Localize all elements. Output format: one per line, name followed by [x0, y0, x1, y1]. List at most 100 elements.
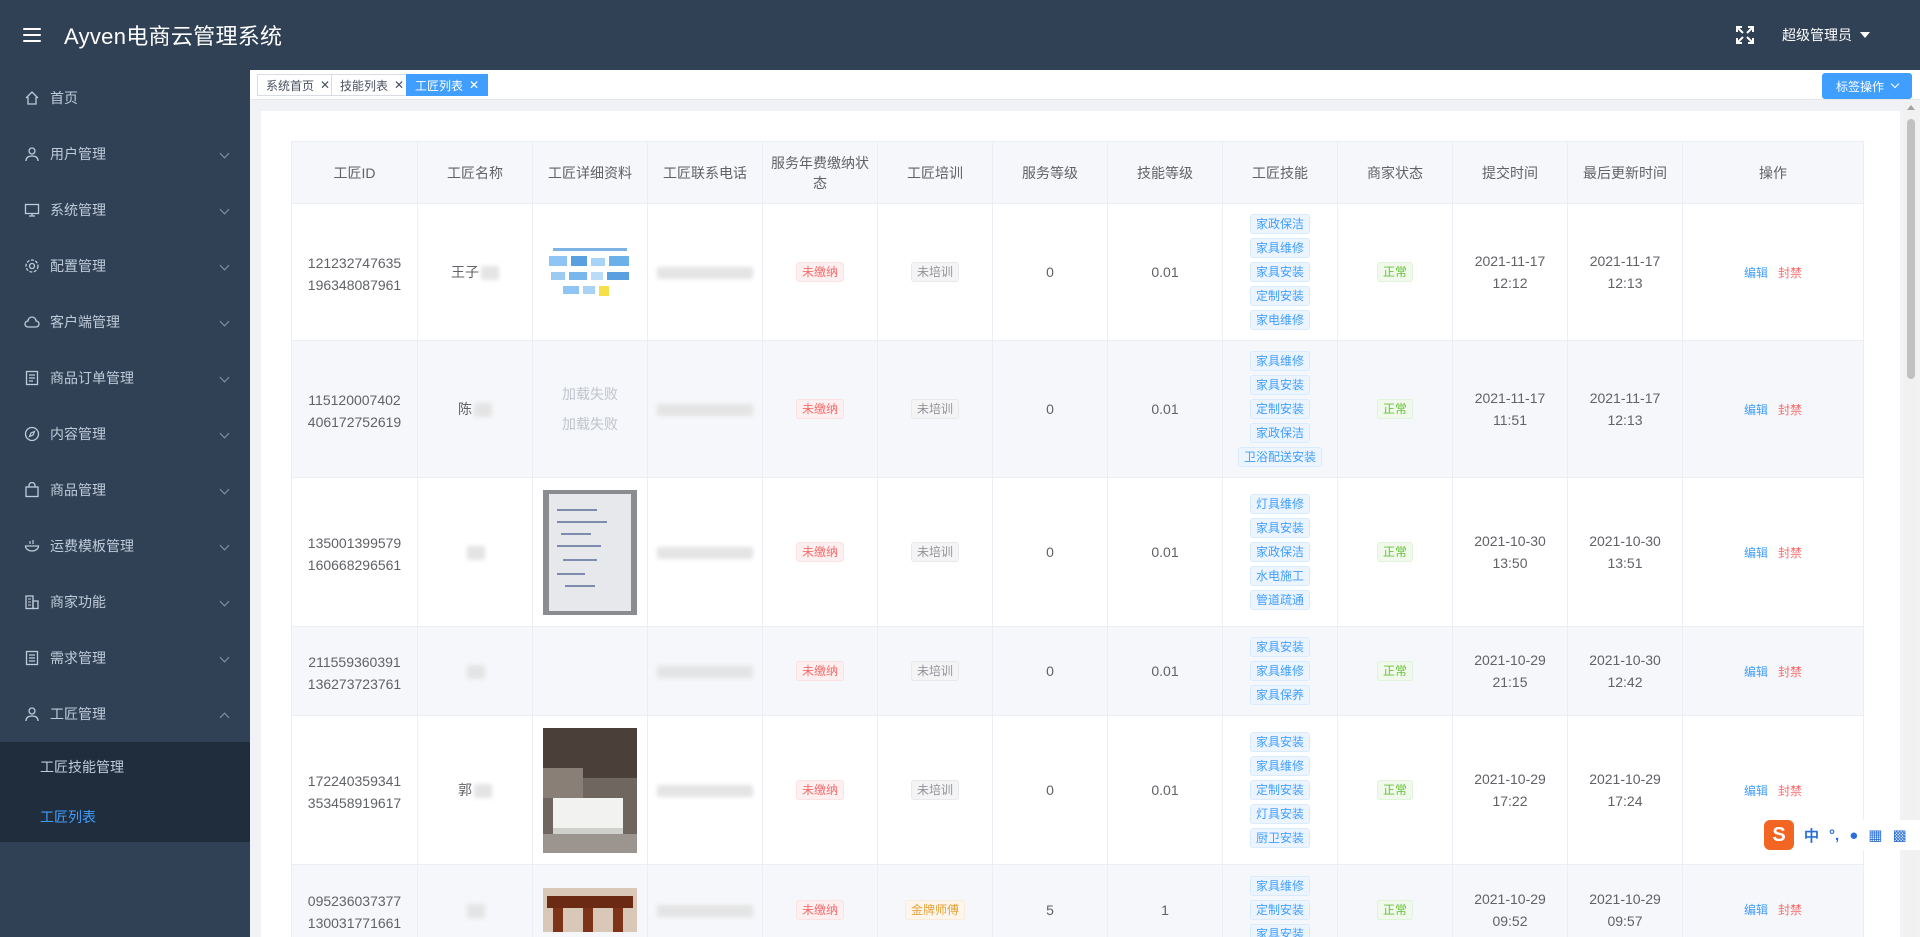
detail-thumbnail[interactable]: [543, 887, 637, 932]
sidebar-item-8[interactable]: 运费模板管理: [0, 518, 250, 574]
skill-tag: 厨卫安装: [1249, 828, 1310, 848]
chevron-up-icon: [219, 712, 230, 723]
submit-time-cell: 2021-10-30 13:50: [1452, 477, 1568, 627]
edit-button[interactable]: 编辑: [1744, 665, 1768, 679]
skill-tag: 灯具安装: [1249, 804, 1310, 824]
ban-button[interactable]: 封禁: [1778, 784, 1802, 798]
sidebar-item-11[interactable]: 工匠管理: [0, 686, 250, 742]
sidebar-item-2[interactable]: 系统管理: [0, 182, 250, 238]
fee-status-badge: 未缴纳: [795, 542, 844, 562]
craftsman-id-line: 196348087961: [307, 277, 402, 293]
chevron-down-icon: [219, 316, 230, 327]
submit-date: 2021-10-29: [1474, 890, 1546, 907]
skill-tag: 家政保洁: [1249, 542, 1310, 562]
column-header: 工匠技能: [1222, 141, 1338, 204]
sidebar-item-label: 商家功能: [50, 594, 106, 610]
submit-time: 17:22: [1492, 793, 1528, 809]
edit-button[interactable]: 编辑: [1744, 903, 1768, 917]
ime-keyboard-icon[interactable]: ▦: [1868, 826, 1882, 844]
skill-tag: 家具安装: [1249, 375, 1310, 395]
craftsman-id-line: 135001399579: [307, 535, 402, 551]
update-time-cell: 2021-11-17 12:13: [1567, 203, 1683, 341]
ban-button[interactable]: 封禁: [1778, 903, 1802, 917]
sidebar-item-3[interactable]: 配置管理: [0, 238, 250, 294]
redacted-phone: [657, 404, 753, 417]
ime-toolbar[interactable]: S 中 °, ● ▦ ▩: [1764, 820, 1920, 850]
skill-level-cell: 0.01: [1107, 477, 1223, 627]
skill-tag: 家政保洁: [1249, 214, 1310, 234]
tag-2[interactable]: 工匠列表 ✕: [406, 74, 489, 96]
redacted-phone: [657, 267, 753, 280]
ban-button[interactable]: 封禁: [1778, 665, 1802, 679]
tag-0[interactable]: 系统首页 ✕: [257, 74, 340, 96]
sidebar-item-1[interactable]: 用户管理: [0, 126, 250, 182]
update-date: 2021-11-17: [1589, 253, 1661, 269]
edit-button[interactable]: 编辑: [1744, 266, 1768, 280]
sidebar-item-label: 工匠管理: [50, 706, 106, 722]
cloud-icon: [24, 314, 40, 330]
tag-1[interactable]: 技能列表 ✕: [331, 74, 414, 96]
edit-button[interactable]: 编辑: [1744, 784, 1768, 798]
sidebar-item-6[interactable]: 内容管理: [0, 406, 250, 462]
sidebar-item-4[interactable]: 客户端管理: [0, 294, 250, 350]
skill-tag: 定制安装: [1249, 899, 1310, 920]
sidebar-item-10[interactable]: 需求管理: [0, 630, 250, 686]
submit-date: 2021-11-17: [1474, 253, 1546, 269]
edit-button[interactable]: 编辑: [1744, 546, 1768, 560]
tag-label: 技能列表: [340, 78, 389, 93]
chevron-down-icon: [219, 596, 230, 607]
craftsman-name-cell: [417, 626, 533, 716]
update-date: 2021-10-29: [1589, 771, 1661, 787]
craftsman-id-line: 115120007402: [308, 392, 401, 408]
submit-time: 12:12: [1492, 275, 1528, 291]
scroll-up-arrow-icon[interactable]: [1907, 105, 1915, 110]
phone-cell: [647, 203, 763, 341]
training-cell: 未培训: [877, 340, 993, 478]
tag-ops-button[interactable]: 标签操作: [1821, 73, 1912, 99]
bag-icon: [24, 482, 40, 498]
sidebar-item-7[interactable]: 商品管理: [0, 462, 250, 518]
user-menu[interactable]: 超级管理员: [1782, 25, 1870, 45]
skill-tag: 定制安装: [1249, 780, 1310, 800]
ime-lang-label[interactable]: 中: [1804, 825, 1819, 846]
ime-mic-icon[interactable]: ●: [1849, 827, 1858, 844]
ban-button[interactable]: 封禁: [1778, 403, 1802, 417]
column-header: 工匠培训: [877, 141, 993, 204]
ime-punct-icon[interactable]: °,: [1829, 827, 1839, 844]
skill-tag: 家政保洁: [1249, 423, 1310, 443]
ban-button[interactable]: 封禁: [1778, 546, 1802, 560]
detail-thumbnail[interactable]: [543, 242, 637, 302]
close-icon[interactable]: ✕: [394, 78, 404, 92]
scrollbar-thumb[interactable]: [1907, 119, 1915, 379]
hamburger-icon[interactable]: [23, 28, 41, 42]
user-icon: [24, 706, 40, 722]
table-row: 115120007402 406172752619 陈加载失败 加载失败 未缴纳 未培训 0…: [291, 340, 1864, 478]
sidebar-item-0[interactable]: 首页: [0, 70, 250, 126]
app-title: Ayven电商云管理系统: [64, 24, 283, 49]
table-row: 172240359341 353458919617 郭未缴纳 未培训 0 0.01 家具安装…: [291, 715, 1864, 865]
top-header: Ayven电商云管理系统 超级管理员: [0, 0, 1920, 70]
status-badge: 正常: [1376, 899, 1413, 920]
close-icon[interactable]: ✕: [469, 78, 479, 92]
edit-button[interactable]: 编辑: [1744, 403, 1768, 417]
sidebar-subitem-1[interactable]: 工匠列表: [0, 792, 250, 842]
status-badge: 正常: [1376, 780, 1413, 800]
sidebar-subitem-0[interactable]: 工匠技能管理: [0, 742, 250, 792]
skill-tag: 家具保养: [1249, 685, 1310, 705]
detail-thumbnail[interactable]: [543, 727, 637, 853]
service-level-cell: 0: [992, 340, 1108, 478]
fullscreen-icon[interactable]: [1736, 26, 1754, 44]
actions-cell: 编辑 封禁: [1682, 477, 1864, 627]
page-scrollbar[interactable]: [1904, 101, 1918, 937]
sidebar-item-5[interactable]: 商品订单管理: [0, 350, 250, 406]
ban-button[interactable]: 封禁: [1778, 266, 1802, 280]
ime-grid-icon[interactable]: ▩: [1892, 826, 1906, 844]
detail-cell: [532, 203, 648, 341]
actions-cell: 编辑 封禁: [1682, 626, 1864, 716]
sidebar-item-9[interactable]: 商家功能: [0, 574, 250, 630]
detail-thumbnail[interactable]: [543, 489, 637, 615]
close-icon[interactable]: ✕: [320, 78, 330, 92]
table-row: 121232747635 196348087961 王子 未缴纳 未培训 0 0.01 家政保…: [291, 203, 1864, 341]
craftsman-id-cell: 121232747635 196348087961: [291, 203, 418, 341]
craftsman-table: 工匠ID 工匠名称 工匠详细资料 工匠联系电话 服务年费缴纳状态 工匠培训 服务等级 技能等级…: [291, 141, 1864, 937]
